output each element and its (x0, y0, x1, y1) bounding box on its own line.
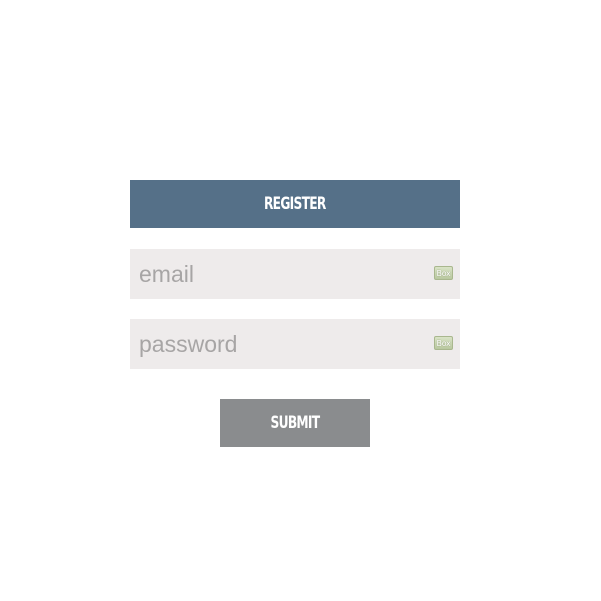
submit-button-label: SUBMIT (270, 413, 321, 433)
register-title: REGISTER (264, 194, 326, 214)
box-icon[interactable]: Box (434, 266, 453, 280)
password-field[interactable]: Box (130, 319, 460, 369)
box-icon[interactable]: Box (434, 336, 453, 350)
submit-button[interactable]: SUBMIT (220, 399, 370, 447)
box-icon-label: Box (436, 338, 451, 348)
password-input[interactable] (130, 319, 410, 369)
register-header: REGISTER (130, 180, 460, 228)
register-page: REGISTER Box Box SUBMIT (0, 0, 601, 601)
email-field[interactable]: Box (130, 249, 460, 299)
box-icon-label: Box (436, 268, 451, 278)
email-input[interactable] (130, 249, 410, 299)
